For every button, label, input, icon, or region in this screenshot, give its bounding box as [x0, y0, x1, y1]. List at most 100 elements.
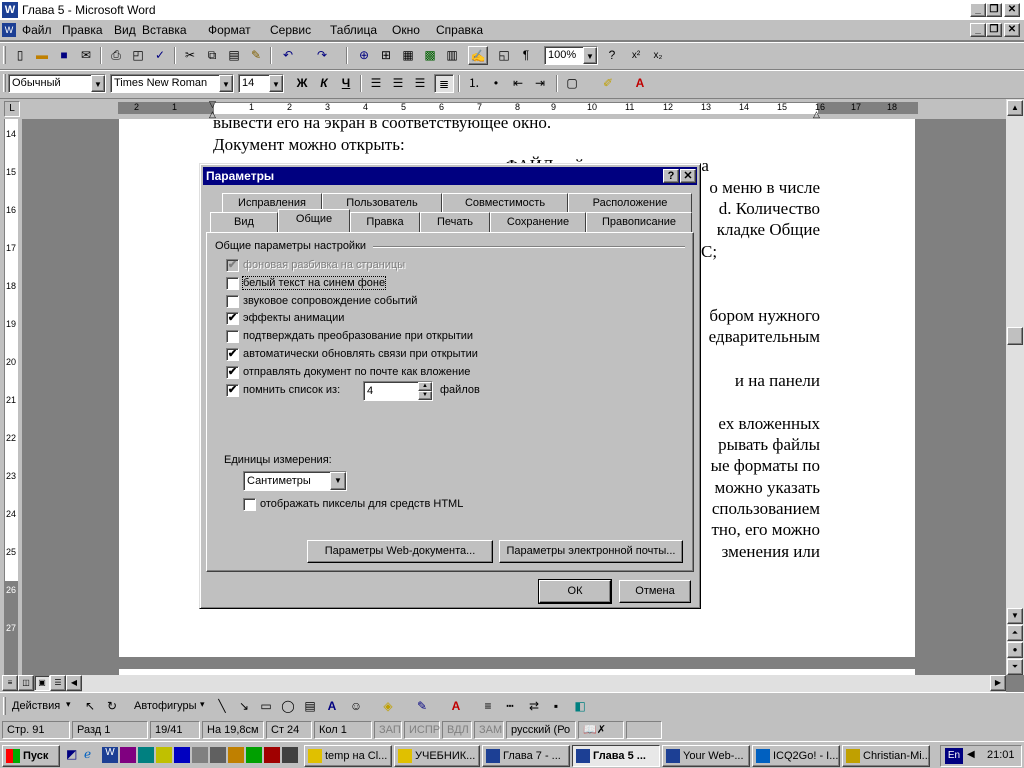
scroll-down-button[interactable]: ▼: [1007, 608, 1023, 624]
update-links-label[interactable]: автоматически обновлять связи при открыт…: [243, 348, 478, 360]
paste-icon[interactable]: ▤: [224, 46, 244, 65]
sound-feedback-label[interactable]: звуковое сопровождение событий: [243, 295, 417, 307]
vertical-ruler[interactable]: 14 15 16 17 18 19 20 21 22 23 24 25 26 2…: [0, 119, 22, 675]
line-color-icon[interactable]: ✎: [412, 697, 432, 716]
dialog-close-button[interactable]: ✕: [680, 169, 696, 183]
spelling-icon[interactable]: ✓: [150, 46, 170, 65]
menu-edit[interactable]: Правка: [62, 23, 103, 37]
menu-help[interactable]: Справка: [436, 23, 483, 37]
language-indicator[interactable]: En: [945, 748, 963, 764]
scroll-up-button[interactable]: ▲: [1007, 100, 1023, 116]
menu-insert[interactable]: Вставка: [142, 23, 187, 37]
select-browse-object-button[interactable]: ●: [1007, 642, 1023, 658]
tab-spelling[interactable]: Правописание: [586, 212, 692, 232]
word-quicklaunch-icon[interactable]: W: [102, 747, 118, 763]
task-textbook[interactable]: УЧЕБНИК...: [394, 745, 480, 767]
arrow-style-icon[interactable]: ⇄: [524, 697, 544, 716]
blue-background-label[interactable]: белый текст на синем фоне: [241, 276, 387, 290]
next-page-button[interactable]: ⏷: [1007, 659, 1023, 675]
mail-attachment-label[interactable]: отправлять документ по почте как вложени…: [243, 366, 470, 378]
hyperlink-icon[interactable]: ⊕: [354, 46, 374, 65]
zoom-combo[interactable]: 100% ▼: [544, 46, 598, 65]
task-chapter5[interactable]: Глава 5 ...: [572, 745, 660, 767]
app-quicklaunch-icon[interactable]: [138, 747, 154, 763]
tab-print[interactable]: Печать: [420, 212, 490, 232]
web-layout-button[interactable]: ◫: [18, 675, 34, 691]
recent-files-spinner[interactable]: 4 ▲ ▼: [363, 381, 433, 401]
status-language[interactable]: русский (Ро: [506, 721, 576, 739]
autoshapes-menu[interactable]: Автофигуры: [134, 700, 197, 712]
scroll-right-button[interactable]: ▶: [990, 675, 1006, 691]
toolbar-grip[interactable]: [3, 46, 6, 64]
text-box-icon[interactable]: ▤: [300, 697, 320, 716]
dialog-help-button[interactable]: ?: [663, 169, 679, 183]
save-icon[interactable]: ■: [54, 46, 74, 65]
sound-feedback-checkbox[interactable]: [226, 295, 239, 308]
chevron-down-icon[interactable]: ▼: [330, 472, 346, 490]
minimize-button[interactable]: _: [970, 3, 986, 17]
app-quicklaunch-icon[interactable]: [210, 747, 226, 763]
print-preview-icon[interactable]: ◰: [128, 46, 148, 65]
chevron-down-icon[interactable]: ▾: [66, 699, 71, 710]
scroll-track[interactable]: [82, 675, 990, 692]
decrease-indent-icon[interactable]: ⇤: [508, 74, 528, 93]
superscript-icon[interactable]: x²: [626, 46, 646, 65]
desktop-icon[interactable]: ◩: [66, 747, 82, 763]
document-icon[interactable]: W: [2, 23, 16, 37]
font-size-combo[interactable]: 14 ▼: [238, 74, 284, 93]
scroll-left-button[interactable]: ◀: [66, 675, 82, 691]
task-chapter7[interactable]: Глава 7 - ...: [482, 745, 570, 767]
vertical-scrollbar[interactable]: ▲ ▼ ⏶ ● ⏷: [1006, 99, 1024, 675]
actions-menu[interactable]: Действия: [12, 700, 60, 712]
pixels-html-label[interactable]: отображать пикселы для средств HTML: [260, 498, 463, 510]
align-left-icon[interactable]: ☰: [366, 74, 386, 93]
status-extend[interactable]: ВДЛ: [442, 721, 472, 739]
cancel-button[interactable]: Отмена: [619, 580, 691, 603]
restore-button[interactable]: ❐: [986, 3, 1002, 17]
copy-icon[interactable]: ⧉: [202, 46, 222, 65]
line-style-icon[interactable]: ≡: [478, 697, 498, 716]
update-links-checkbox[interactable]: ✔: [226, 348, 239, 361]
recent-files-count[interactable]: 4: [367, 385, 373, 397]
clock[interactable]: 21:01: [987, 749, 1015, 761]
free-rotate-icon[interactable]: ↻: [102, 697, 122, 716]
cut-icon[interactable]: ✂: [180, 46, 200, 65]
toolbar-grip[interactable]: [3, 697, 6, 715]
doc-close-button[interactable]: ✕: [1004, 23, 1020, 37]
app-quicklaunch-icon[interactable]: [192, 747, 208, 763]
recent-files-checkbox[interactable]: ✔: [226, 384, 239, 397]
drawing-icon[interactable]: ✍: [468, 46, 488, 65]
task-temp[interactable]: temp на Cl...: [304, 745, 392, 767]
font-color-icon[interactable]: A: [630, 74, 650, 93]
align-right-icon[interactable]: ☰: [410, 74, 430, 93]
horizontal-scrollbar[interactable]: ≡ ◫ ▣ ☰ ◀ ▶: [0, 675, 1006, 692]
menu-view[interactable]: Вид: [114, 23, 136, 37]
doc-minimize-button[interactable]: _: [970, 23, 986, 37]
word-app-icon[interactable]: W: [2, 2, 18, 18]
highlight-icon[interactable]: ✐: [598, 74, 618, 93]
status-overtype[interactable]: ЗАМ: [474, 721, 504, 739]
chevron-down-icon[interactable]: ▼: [91, 75, 105, 92]
dialog-title-bar[interactable]: Параметры ? ✕: [203, 167, 697, 185]
spelling-status-icon[interactable]: 📖✗: [578, 721, 624, 739]
oval-icon[interactable]: ◯: [278, 697, 298, 716]
insert-excel-icon[interactable]: ▩: [420, 46, 440, 65]
dash-style-icon[interactable]: ┅: [500, 697, 520, 716]
email-icon[interactable]: ✉: [76, 46, 96, 65]
app-quicklaunch-icon[interactable]: [156, 747, 172, 763]
menu-format[interactable]: Формат: [208, 23, 251, 37]
scroll-thumb[interactable]: [1007, 327, 1023, 345]
tab-view[interactable]: Вид: [210, 212, 278, 232]
tab-edit[interactable]: Правка: [350, 212, 420, 232]
app-quicklaunch-icon[interactable]: [228, 747, 244, 763]
menu-table[interactable]: Таблица: [330, 23, 377, 37]
doc-restore-button[interactable]: ❐: [986, 23, 1002, 37]
bold-button[interactable]: Ж: [292, 74, 312, 93]
increase-indent-icon[interactable]: ⇥: [530, 74, 550, 93]
tab-stop-icon[interactable]: L: [4, 101, 20, 117]
wordart-icon[interactable]: A: [322, 697, 342, 716]
app-quicklaunch-icon[interactable]: [174, 747, 190, 763]
open-folder-icon[interactable]: ▬: [32, 46, 52, 65]
animation-checkbox[interactable]: ✔: [226, 312, 239, 325]
confirm-conversion-checkbox[interactable]: [226, 330, 239, 343]
